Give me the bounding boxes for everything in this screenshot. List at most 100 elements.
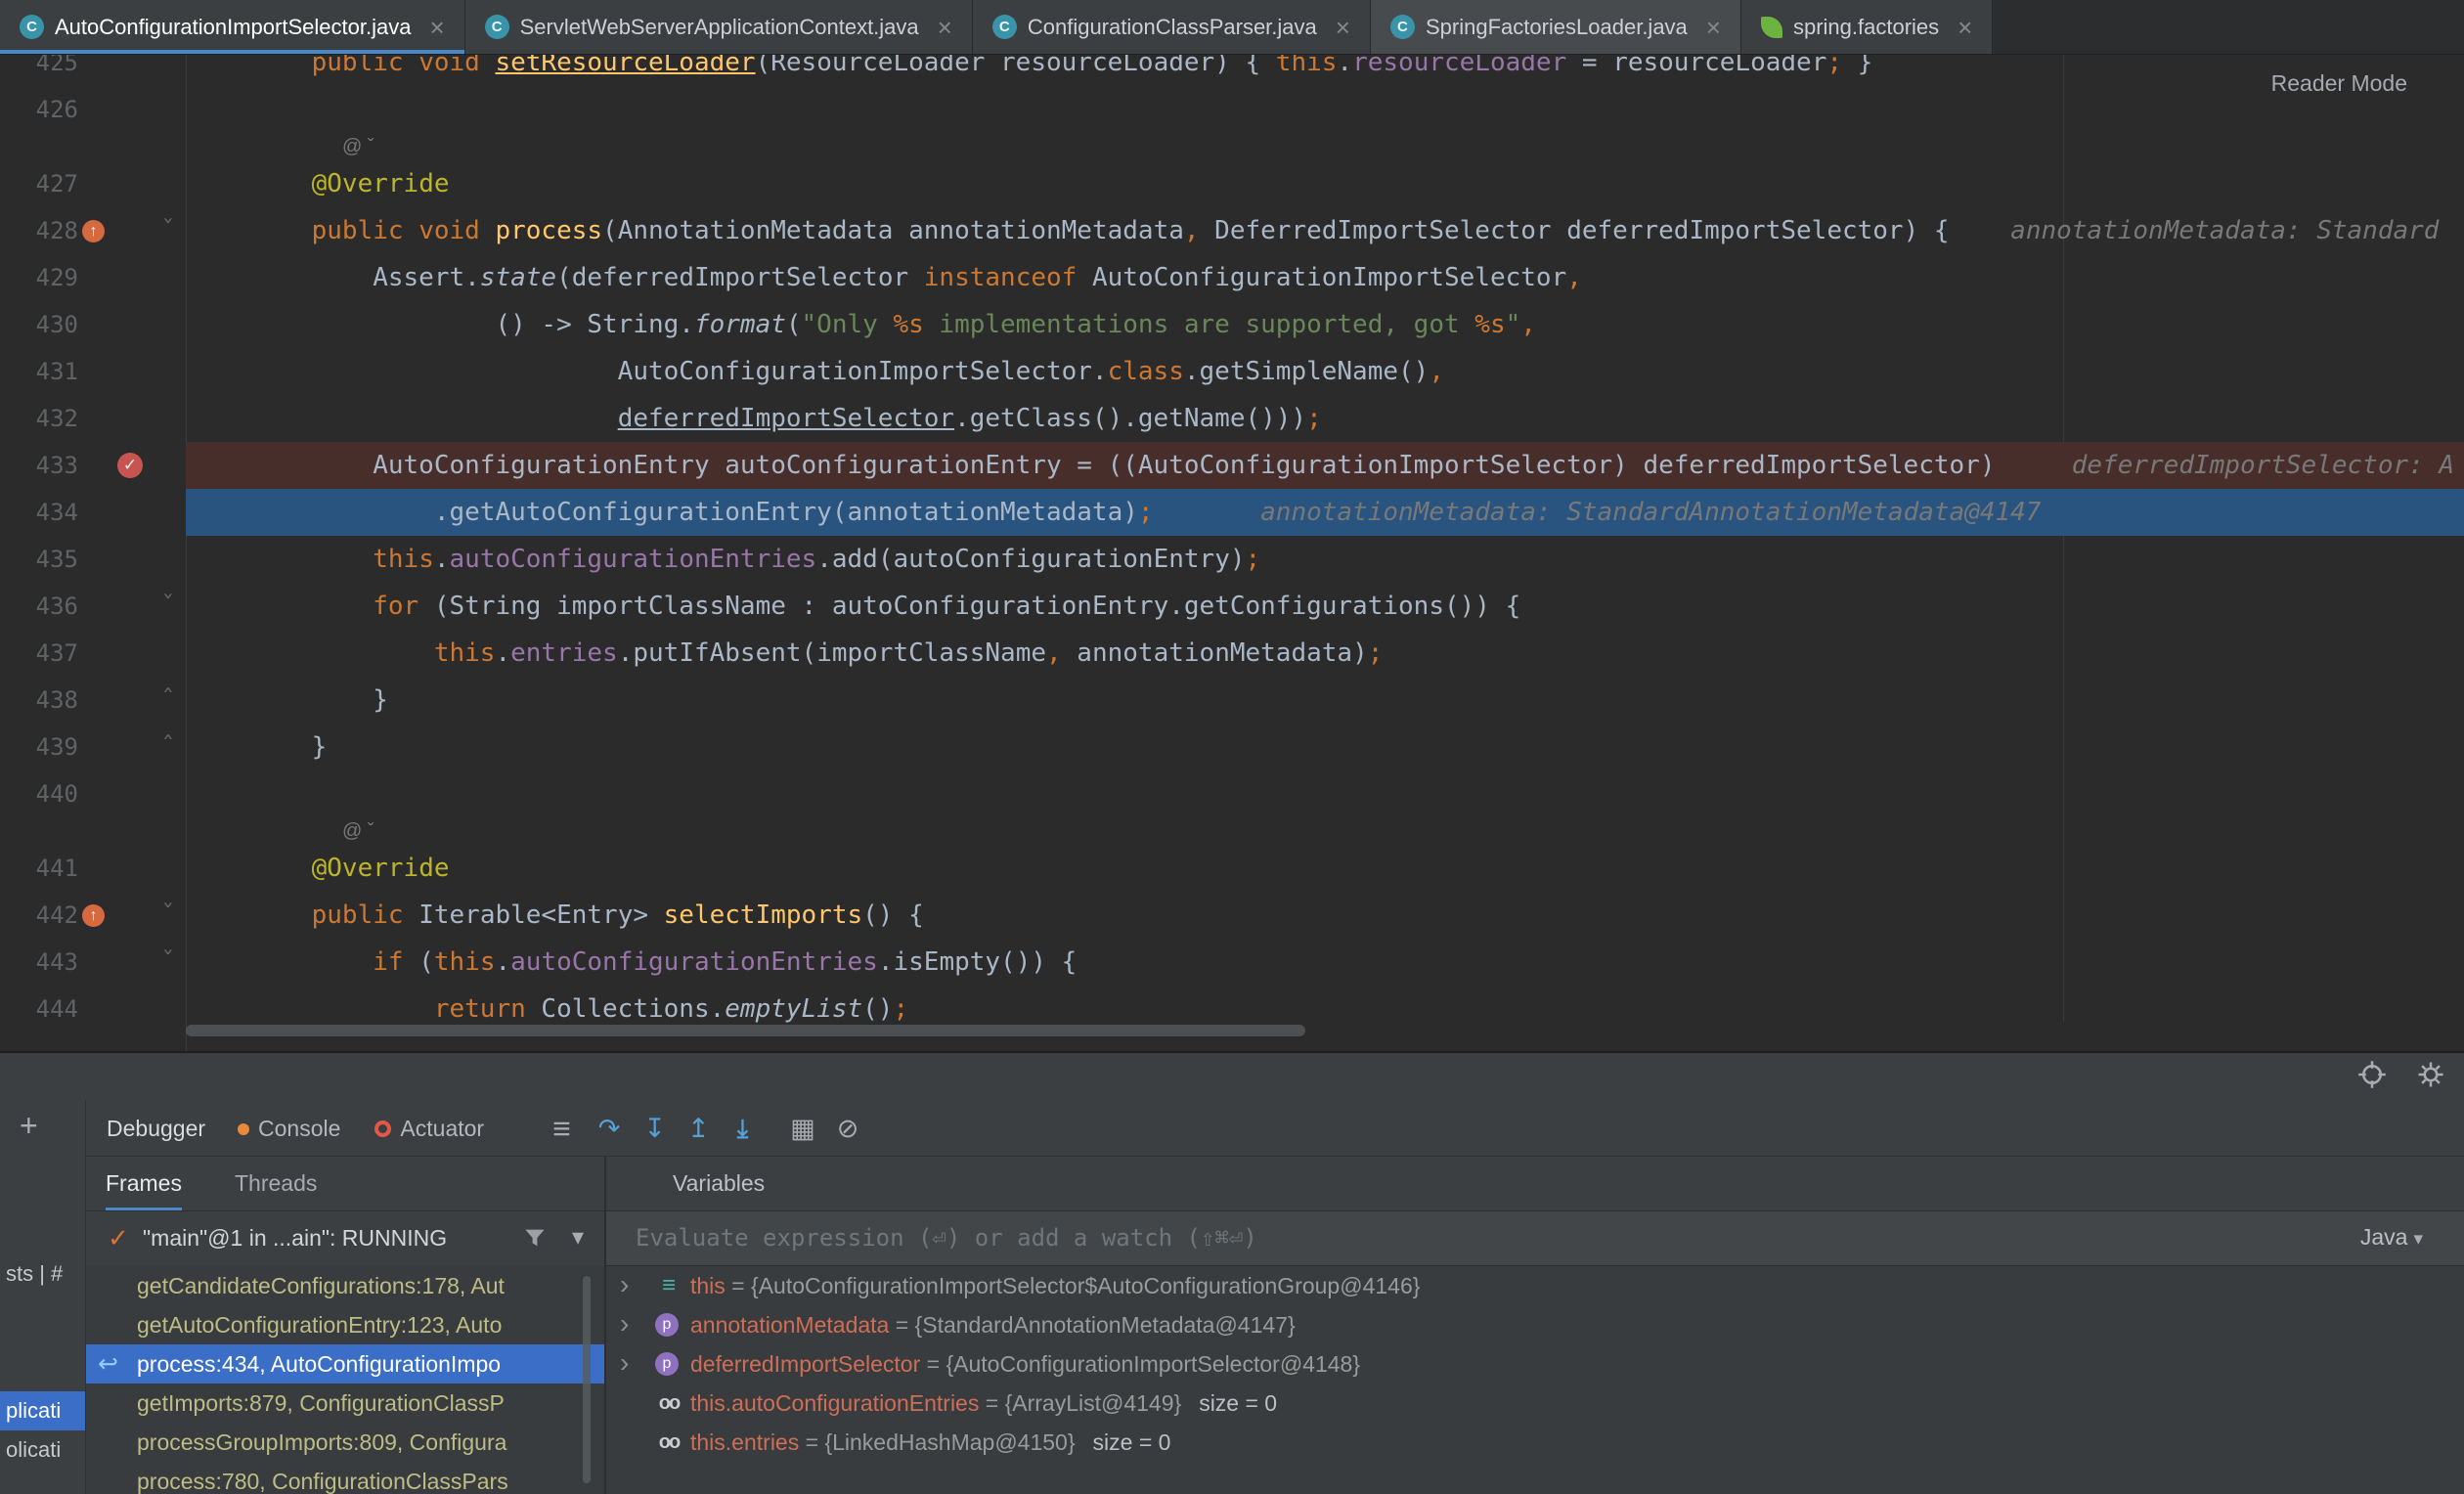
code-line: 438ˆ } [0,677,2464,724]
annotation-inlay-row: @ ˇ [0,817,2464,845]
code-text: @Override [250,160,450,207]
add-icon[interactable]: + [20,1108,38,1144]
close-icon[interactable]: × [429,15,444,40]
code-token: implementations are supported, got [924,310,1475,339]
code-token: () -> String. [250,310,694,339]
annotation-inlay-icon[interactable]: @ ˇ [342,817,374,845]
line-number: 430 [0,301,78,348]
close-icon[interactable]: × [938,15,952,40]
editor-tab[interactable]: CConfigurationClassParser.java× [973,0,1371,54]
expand-chevron-icon[interactable]: › [620,1304,629,1343]
close-icon[interactable]: × [1706,15,1721,40]
debug-tool-window: + sts | # plicati olicati Debugger Conso… [0,1051,2464,1494]
code-token: selectImports [664,901,863,930]
run-to-cursor-button[interactable]: ⇥ [728,1118,755,1140]
step-out-button[interactable]: ↥ [687,1116,710,1142]
menu-icon[interactable]: ≡ [552,1116,571,1142]
close-icon[interactable]: × [1336,15,1350,40]
code-line: 443ˇ if (this.autoConfigurationEntries.i… [0,939,2464,986]
frame-row[interactable]: getImports:879, ConfigurationClassP [86,1384,604,1423]
overrides-method-icon[interactable]: ↑ [82,220,105,242]
this-object-icon: ≡ [655,1272,682,1299]
variable-row[interactable]: oothis.autoConfigurationEntries = {Array… [606,1384,2464,1423]
variable-value: {ArrayList@4149} [1005,1390,1182,1416]
view-breakpoints-icon[interactable]: ▦ [790,1116,815,1142]
tab-frames[interactable]: Frames [106,1157,182,1210]
tab-threads[interactable]: Threads [235,1157,317,1210]
editor-horizontal-scrollbar[interactable] [186,1025,1305,1036]
code-editor[interactable]: 425 public void setResourceLoader(Resour… [0,55,2464,1051]
fold-icon[interactable]: ˇ [160,207,176,254]
code-token [250,404,618,433]
frame-row[interactable]: getAutoConfigurationEntry:123, Auto [86,1305,604,1344]
chevron-down-icon[interactable]: ▾ [572,1223,584,1252]
watch-icon: oo [655,1389,682,1417]
debug-view-tabs: Frames Threads Variables [86,1157,2464,1211]
code-token: ( [404,947,434,977]
code-token: AutoConfigurationImportSelector [1077,263,1566,292]
code-token [250,638,434,668]
filter-icon[interactable] [523,1227,547,1253]
variable-row[interactable]: ›pannotationMetadata = {StandardAnnotati… [606,1305,2464,1344]
expand-chevron-icon[interactable]: › [620,1343,629,1383]
stripe-fragment-selected[interactable]: plicati [0,1391,85,1430]
tab-actuator[interactable]: Actuator [374,1116,484,1142]
stripe-fragment: sts | # [6,1261,63,1287]
fold-icon[interactable]: ˆ [160,724,176,770]
equals-sign: = [889,1312,914,1338]
code-token: setResourceLoader [495,55,755,77]
target-icon[interactable] [2356,1059,2388,1090]
tab-console[interactable]: Console [238,1116,340,1142]
code-line: 429 Assert.state(deferredImportSelector … [0,254,2464,301]
variable-row[interactable]: ›pdeferredImportSelector = {AutoConfigur… [606,1344,2464,1384]
frame-label: processGroupImports:809, Configura [137,1429,506,1455]
close-icon[interactable]: × [1958,15,1972,40]
variable-row[interactable]: ›≡this = {AutoConfigurationImportSelecto… [606,1266,2464,1305]
overrides-method-icon[interactable]: ↑ [82,904,105,927]
code-token: public void [312,216,496,245]
line-number: 444 [0,986,78,1033]
tab-label: SpringFactoriesLoader.java [1426,15,1688,40]
code-token: if [373,947,403,977]
code-token: autoConfigurationEntries [450,545,817,574]
tab-label: spring.factories [1793,15,1939,40]
expand-chevron-icon[interactable]: › [620,1266,629,1304]
fold-icon[interactable]: ˇ [160,939,176,986]
code-token: ; [893,994,908,1024]
frame-row[interactable]: getCandidateConfigurations:178, Aut [86,1266,604,1305]
variable-value: {StandardAnnotationMetadata@4147} [915,1312,1296,1338]
fold-icon[interactable]: ˇ [160,583,176,630]
variable-row[interactable]: oothis.entries = {LinkedHashMap@4150}siz… [606,1423,2464,1462]
variable-name: deferredImportSelector [690,1351,920,1377]
frame-row[interactable]: ↩process:434, AutoConfigurationImpo [86,1344,604,1384]
editor-tab[interactable]: CServletWebServerApplicationContext.java… [465,0,973,54]
code-text: for (String importClassName : autoConfig… [250,583,1520,630]
line-number: 440 [0,770,78,817]
frame-row[interactable]: process:780, ConfigurationClassPars [86,1462,604,1494]
evaluate-expression-input[interactable]: Evaluate expression (⏎) or add a watch (… [606,1211,2464,1266]
spring-icon [1761,17,1782,38]
fold-icon[interactable]: ˇ [160,892,176,939]
ide-window: CAutoConfigurationImportSelector.java×CS… [0,0,2464,1494]
language-selector[interactable]: Java▾ [2360,1224,2423,1251]
step-over-button[interactable]: ↷ [598,1116,621,1142]
frames-scrollbar[interactable] [583,1276,591,1483]
code-token: .isEmpty()) { [878,947,1078,977]
editor-tab[interactable]: spring.factories × [1741,0,1993,54]
gear-icon[interactable] [2415,1059,2446,1090]
code-line: 439ˆ } [0,724,2464,770]
code-token: () [862,994,893,1024]
thread-selector[interactable]: ✓ "main"@1 in ...ain": RUNNING ▾ [86,1211,604,1266]
fold-icon[interactable]: ˆ [160,677,176,724]
step-into-button[interactable]: ↧ [643,1116,666,1142]
annotation-inlay-icon[interactable]: @ ˇ [342,133,374,160]
tab-debugger[interactable]: Debugger [107,1116,205,1142]
editor-lines: 425 public void setResourceLoader(Resour… [0,55,2464,1051]
line-number: 442 [0,892,78,939]
breakpoint-icon[interactable]: ✓ [117,453,143,478]
editor-tab[interactable]: CSpringFactoriesLoader.java× [1371,0,1741,54]
editor-tab[interactable]: CAutoConfigurationImportSelector.java× [0,0,465,54]
mute-breakpoints-icon[interactable]: ⊘ [837,1116,859,1142]
line-number: 437 [0,630,78,677]
frame-row[interactable]: processGroupImports:809, Configura [86,1423,604,1462]
